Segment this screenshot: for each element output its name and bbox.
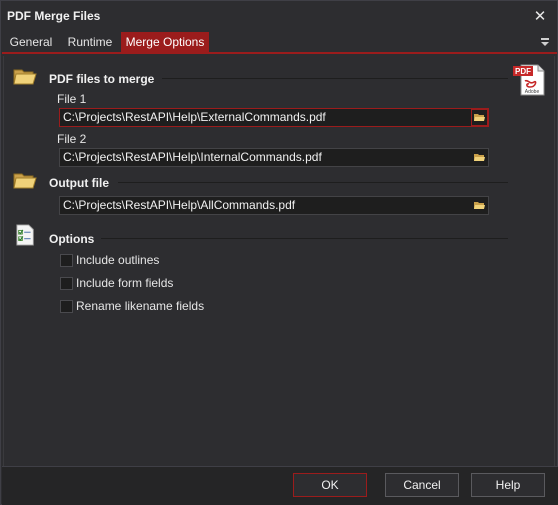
file-1-field bbox=[59, 108, 489, 127]
file-2-browse-button[interactable] bbox=[472, 150, 487, 165]
svg-text:Adobe: Adobe bbox=[525, 89, 540, 95]
file-2-field bbox=[59, 148, 489, 167]
title-bar: PDF Merge Files ✕ bbox=[1, 1, 557, 32]
output-file-browse-button[interactable] bbox=[472, 198, 487, 213]
file-1-input[interactable] bbox=[63, 109, 468, 126]
checkbox-label: Include form fields bbox=[76, 276, 174, 290]
checkbox-label: Rename likename fields bbox=[76, 299, 205, 313]
help-button[interactable]: Help bbox=[471, 473, 545, 497]
file-2-label: File 2 bbox=[57, 132, 87, 146]
svg-text:PDF: PDF bbox=[515, 67, 531, 76]
checkbox-box[interactable] bbox=[60, 276, 73, 290]
adobe-pdf-icon: PDF Adobe bbox=[513, 64, 545, 96]
tab-runtime[interactable]: Runtime bbox=[62, 32, 118, 52]
file-1-label: File 1 bbox=[57, 92, 87, 106]
checkbox-box[interactable] bbox=[60, 299, 73, 313]
cancel-button[interactable]: Cancel bbox=[385, 473, 459, 497]
checkbox-label: Include outlines bbox=[76, 253, 160, 267]
include-outlines-checkbox[interactable]: Include outlines bbox=[60, 252, 159, 268]
tab-merge-options[interactable]: Merge Options bbox=[121, 32, 209, 52]
section-heading-output-file: Output file bbox=[49, 176, 109, 190]
folder-icon bbox=[13, 69, 37, 85]
output-file-input[interactable] bbox=[63, 197, 468, 214]
tab-general[interactable]: General bbox=[6, 32, 56, 52]
merge-options-panel: PDF files to merge PDF Adobe File 1 File… bbox=[3, 56, 555, 466]
tab-bar: General Runtime Merge Options bbox=[2, 32, 557, 54]
section-divider bbox=[162, 78, 508, 79]
window-title: PDF Merge Files bbox=[7, 9, 101, 23]
output-file-field bbox=[59, 196, 489, 215]
close-icon: ✕ bbox=[533, 8, 547, 25]
section-heading-pdf-files: PDF files to merge bbox=[49, 72, 155, 86]
checkbox-box[interactable] bbox=[60, 253, 73, 267]
file-2-input[interactable] bbox=[63, 149, 468, 166]
browse-folder-icon bbox=[474, 154, 485, 161]
ok-button[interactable]: OK bbox=[293, 473, 367, 497]
browse-folder-icon bbox=[474, 202, 485, 209]
include-form-fields-checkbox[interactable]: Include form fields bbox=[60, 275, 173, 291]
rename-likename-fields-checkbox[interactable]: Rename likename fields bbox=[60, 298, 204, 314]
dialog-footer: OK Cancel Help bbox=[2, 466, 558, 505]
section-heading-options: Options bbox=[49, 232, 95, 246]
folder-icon bbox=[13, 173, 37, 189]
file-1-browse-button[interactable] bbox=[471, 109, 488, 126]
checklist-icon bbox=[16, 224, 34, 246]
pdf-merge-dialog: PDF Merge Files ✕ General Runtime Merge … bbox=[0, 0, 558, 505]
close-button[interactable]: ✕ bbox=[527, 5, 553, 27]
section-divider bbox=[118, 182, 508, 183]
section-divider bbox=[101, 238, 508, 239]
browse-folder-icon bbox=[474, 114, 485, 121]
tab-overflow-menu-icon[interactable] bbox=[539, 35, 553, 49]
